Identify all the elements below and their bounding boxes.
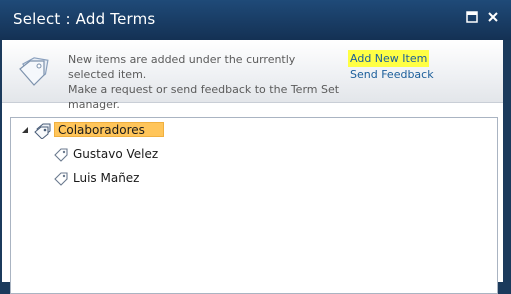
dialog-content: New items are added under the currently … [2,40,503,294]
info-bar: New items are added under the currently … [2,40,503,111]
dialog-title: Select : Add Terms [13,10,156,28]
send-feedback-link[interactable]: Send Feedback [350,67,434,82]
dialog-titlebar: Select : Add Terms [0,0,511,40]
maximize-icon[interactable] [465,10,479,24]
term-label: Gustavo Velez [73,147,159,161]
term-set-icon [34,123,51,139]
term-set-label: Colaboradores [54,122,164,137]
tags-icon [19,57,49,86]
close-icon[interactable] [486,10,500,24]
info-text: New items are added under the currently … [68,52,343,112]
tag-icon [54,172,68,186]
info-line-2: Make a request or send feedback to the T… [68,83,340,111]
term-tree: Colaboradores Gustavo Velez Luis Mañez [10,117,498,294]
add-new-item-link[interactable]: Add New Item [348,50,430,67]
info-line-1: New items are added under the currently … [68,53,296,81]
term-label: Luis Mañez [73,171,140,185]
collapse-arrow-icon[interactable] [21,126,29,134]
tag-icon [54,148,68,162]
